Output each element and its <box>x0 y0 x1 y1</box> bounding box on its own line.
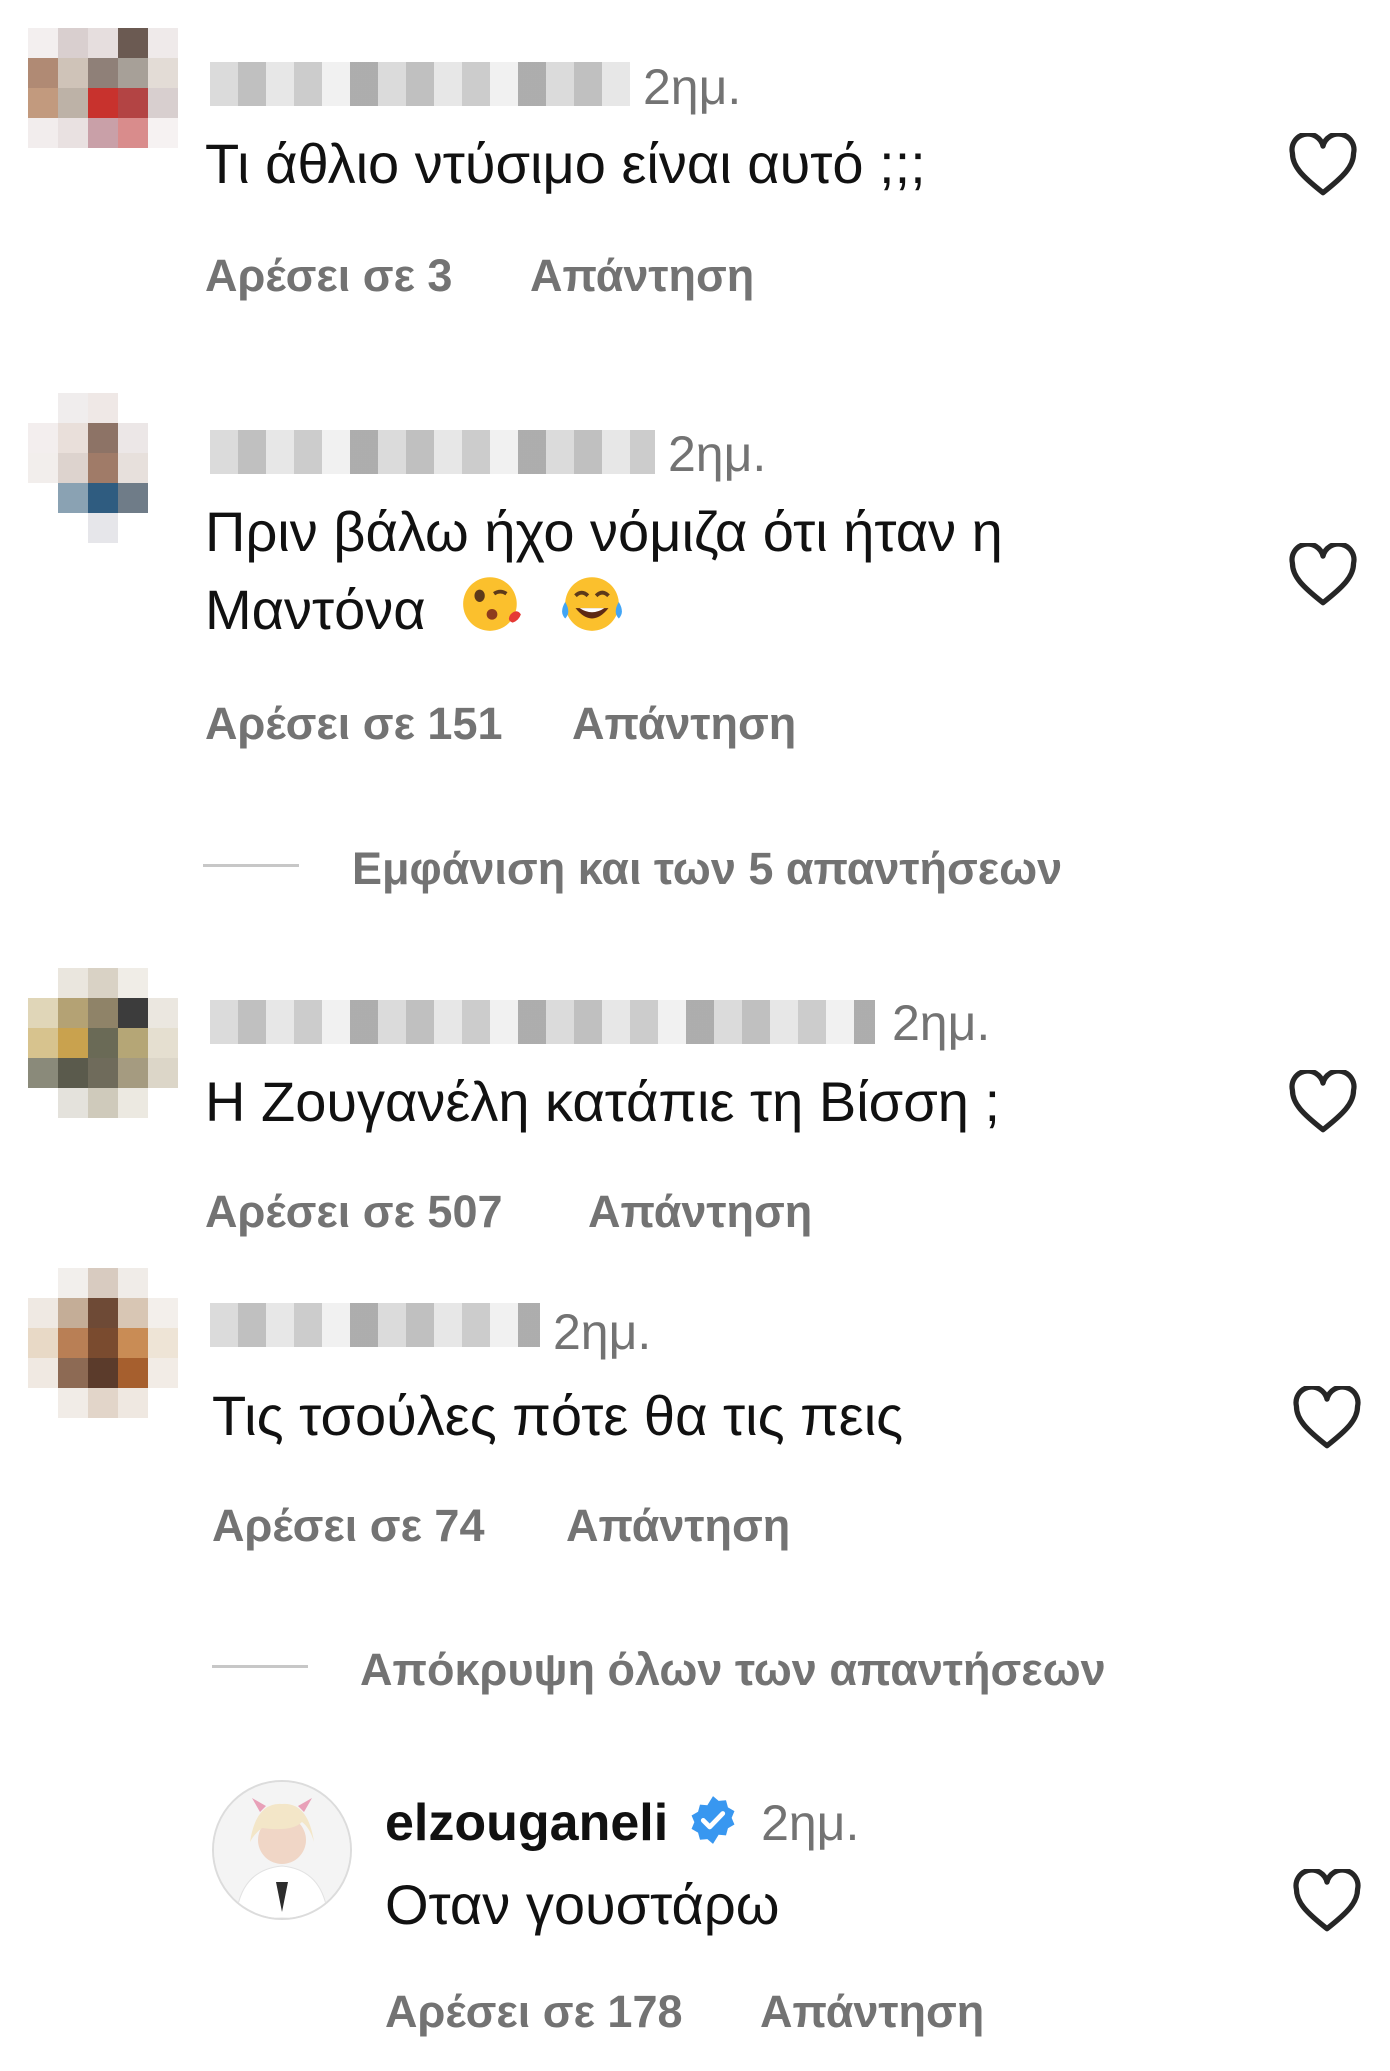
username-blurred[interactable] <box>210 1000 875 1044</box>
comment-text: Μαντόνα <box>205 578 426 641</box>
heart-icon[interactable] <box>1288 543 1358 607</box>
avatar[interactable] <box>28 1268 178 1418</box>
avatar[interactable] <box>28 393 178 543</box>
reply-button[interactable]: Απάντηση <box>588 1186 812 1238</box>
verified-badge-icon <box>691 1796 735 1844</box>
heart-icon[interactable] <box>1288 1070 1358 1134</box>
reply-header: elzouganeli 2ημ. <box>385 1793 859 1853</box>
heart-icon[interactable] <box>1288 133 1358 197</box>
heart-icon[interactable] <box>1292 1869 1362 1933</box>
comment-time: 2ημ. <box>761 1795 860 1851</box>
comment-text: Τις τσούλες πότε θα τις πεις <box>212 1384 904 1447</box>
comment-time: 2ημ. <box>553 1304 652 1360</box>
replies-divider <box>212 1665 308 1668</box>
username[interactable]: elzouganeli <box>385 1794 668 1852</box>
heart-icon[interactable] <box>1292 1386 1362 1450</box>
reply-button[interactable]: Απάντηση <box>760 1986 984 2038</box>
kissing-face-emoji <box>463 577 522 631</box>
likes-count[interactable]: Αρέσει σε 151 <box>205 698 503 750</box>
comment-text: Οταν γουστάρω <box>385 1873 780 1936</box>
view-replies-button[interactable]: Εμφάνιση και των 5 απαντήσεων <box>352 843 1062 895</box>
likes-count[interactable]: Αρέσει σε 507 <box>205 1186 503 1238</box>
profile-photo <box>214 1782 350 1918</box>
comment-text: Τι άθλιο ντύσιμο είναι αυτό ;;; <box>205 132 926 195</box>
avatar[interactable] <box>28 968 178 1118</box>
replies-divider <box>203 864 299 867</box>
username-blurred[interactable] <box>210 1303 540 1347</box>
username-blurred[interactable] <box>210 430 655 474</box>
comment-time: 2ημ. <box>643 59 742 115</box>
reply-button[interactable]: Απάντηση <box>530 250 754 302</box>
comment-text: Η Ζουγανέλη κατάπιε τη Βίσση ; <box>205 1070 1001 1133</box>
comment-text-line-1: Πριν βάλω ήχο νόμιζα ότι ήταν η <box>205 500 1003 563</box>
username-blurred[interactable] <box>210 62 630 106</box>
reply-button[interactable]: Απάντηση <box>566 1500 790 1552</box>
tears-of-joy-emoji <box>561 577 622 631</box>
avatar[interactable] <box>28 28 178 178</box>
likes-count[interactable]: Αρέσει σε 3 <box>205 250 452 302</box>
reply-button[interactable]: Απάντηση <box>572 698 796 750</box>
hide-replies-button[interactable]: Απόκρυψη όλων των απαντήσεων <box>360 1644 1106 1696</box>
comment-time: 2ημ. <box>668 426 767 482</box>
comment-time: 2ημ. <box>892 995 991 1051</box>
likes-count[interactable]: Αρέσει σε 74 <box>212 1500 484 1552</box>
avatar[interactable] <box>212 1780 352 1920</box>
comment-text-line-2: Μαντόνα <box>205 571 625 649</box>
likes-count[interactable]: Αρέσει σε 178 <box>385 1986 683 2038</box>
